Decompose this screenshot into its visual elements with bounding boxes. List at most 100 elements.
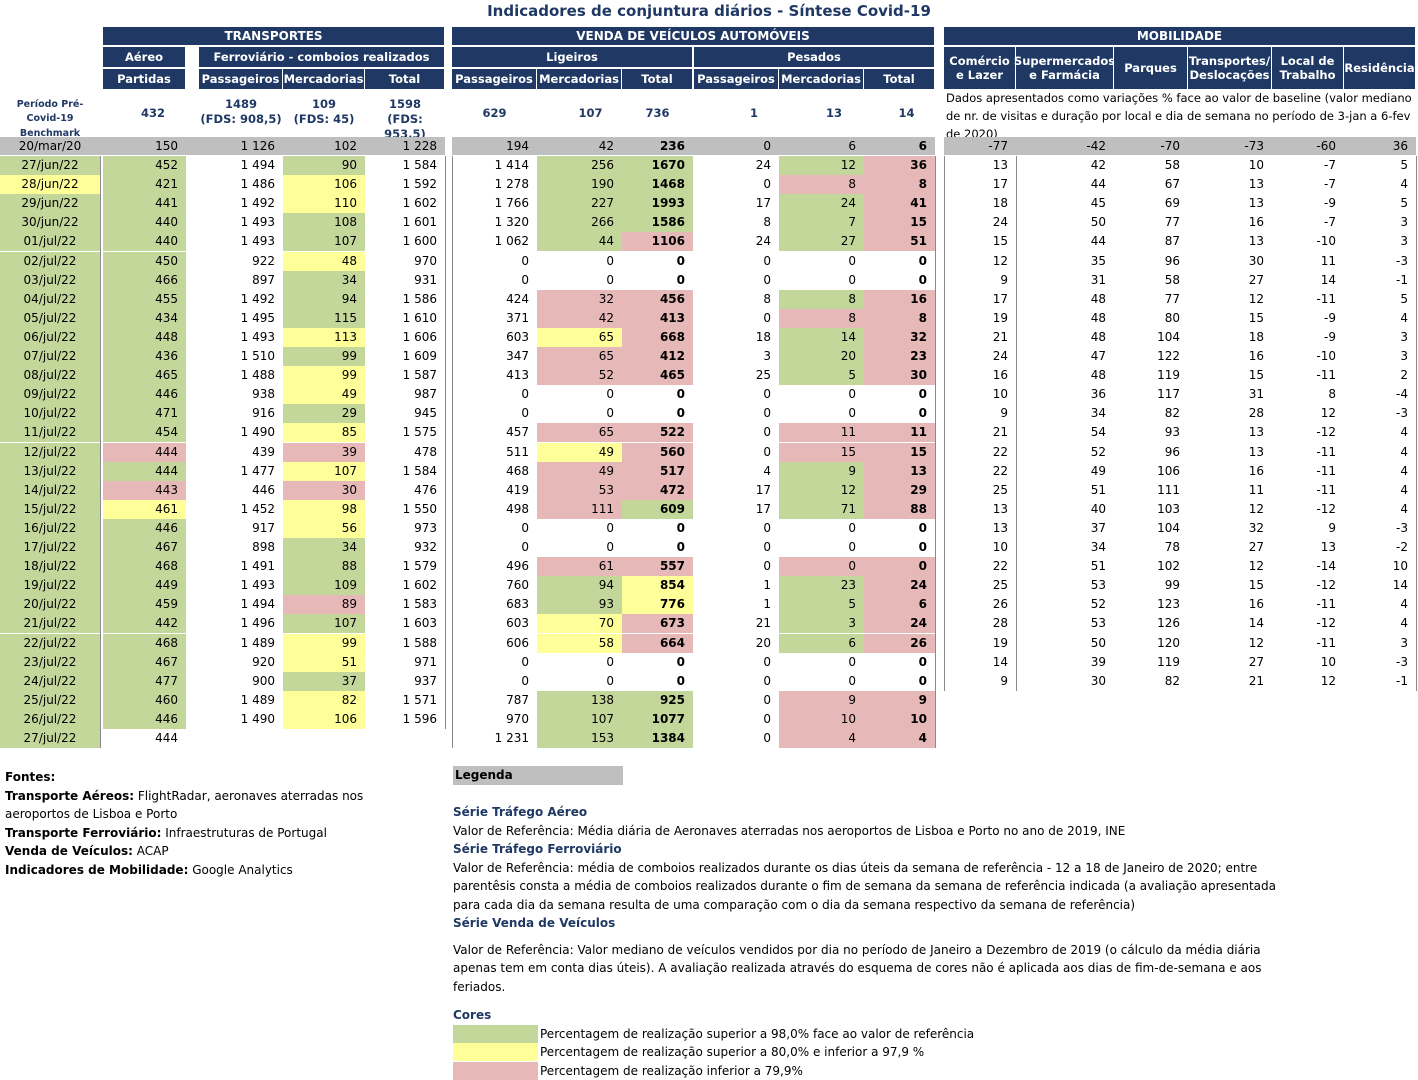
cell-lig-total: 0 xyxy=(622,653,693,672)
cell-fer-pass: 1 493 xyxy=(199,328,283,347)
sources-block: Fontes: Transporte Aéreos: FlightRadar, … xyxy=(5,768,365,879)
cell-pes-merc: 5 xyxy=(779,366,864,385)
cell-fer-pass: 446 xyxy=(199,481,283,500)
report-title: Indicadores de conjuntura diários - Sínt… xyxy=(0,2,1418,20)
cell-mob-transportes: 21 xyxy=(1188,672,1272,691)
cell-mob-residencia xyxy=(1344,691,1416,710)
cell-pes-merc: 10 xyxy=(779,710,864,729)
cell-lig-merc: 93 xyxy=(537,595,622,614)
cell-pes-pass: 1 xyxy=(694,576,779,595)
cell-mob-residencia: 10 xyxy=(1344,557,1416,576)
cell-aereo: 446 xyxy=(103,385,186,404)
cell-aereo: 446 xyxy=(103,710,186,729)
cell-fer-total: 1 584 xyxy=(365,156,445,175)
bench-fer-total: 1598 (FDS: 953,5) xyxy=(365,97,445,142)
cell-mob-trabalho: -9 xyxy=(1272,194,1344,213)
cell-date: 20/jul/22 xyxy=(0,595,100,614)
cell-mob-supermercados xyxy=(1016,691,1114,710)
cell-mob-transportes xyxy=(1188,691,1272,710)
cell-mob-trabalho: -11 xyxy=(1272,481,1344,500)
cell-aereo: 468 xyxy=(103,557,186,576)
cell-aereo: 467 xyxy=(103,653,186,672)
cell-fer-merc: 82 xyxy=(283,691,365,710)
cell-fer-pass: 922 xyxy=(199,252,283,271)
cell-pes-pass: 0 xyxy=(694,252,779,271)
cell-mob-comercio: 9 xyxy=(944,672,1016,691)
cell-mob-parques: 80 xyxy=(1114,309,1188,328)
cell-pes-total: 10 xyxy=(864,710,935,729)
cell-fer-pass: 1 488 xyxy=(199,366,283,385)
cell-mob-parques xyxy=(1114,710,1188,729)
cell-mob-comercio: 12 xyxy=(944,252,1016,271)
ref-cell-mob-residencia: 36 xyxy=(1344,137,1416,155)
legend-yellow-text: Percentagem de realização superior a 80,… xyxy=(540,1043,924,1062)
column-divider xyxy=(1416,156,1417,691)
cell-fer-total: 1 592 xyxy=(365,175,445,194)
cell-pes-total: 36 xyxy=(864,156,935,175)
cell-lig-total: 0 xyxy=(622,538,693,557)
bench-fer-mercadorias-fds: (FDS: 45) xyxy=(283,112,365,127)
cell-fer-merc: 107 xyxy=(283,232,365,251)
cell-mob-supermercados: 44 xyxy=(1016,232,1114,251)
cell-mob-supermercados: 31 xyxy=(1016,271,1114,290)
cell-fer-merc: 113 xyxy=(283,328,365,347)
cell-mob-transportes: 18 xyxy=(1188,328,1272,347)
cell-aereo: 440 xyxy=(103,232,186,251)
cell-fer-pass: 1 495 xyxy=(199,309,283,328)
cell-lig-pass: 413 xyxy=(452,366,537,385)
cell-fer-total: 1 550 xyxy=(365,500,445,519)
cell-fer-total: 1 584 xyxy=(365,462,445,481)
cell-mob-parques: 102 xyxy=(1114,557,1188,576)
cell-fer-total: 476 xyxy=(365,481,445,500)
cell-fer-merc: 34 xyxy=(283,538,365,557)
cell-pes-merc: 0 xyxy=(779,519,864,538)
cell-aereo: 477 xyxy=(103,672,186,691)
cell-lig-pass: 1 062 xyxy=(452,232,537,251)
cell-mob-transportes: 13 xyxy=(1188,232,1272,251)
cell-mob-comercio: 21 xyxy=(944,328,1016,347)
source-text: ACAP xyxy=(133,844,169,858)
ref-cell-mob-transportes: -73 xyxy=(1188,137,1272,155)
cell-mob-parques: 78 xyxy=(1114,538,1188,557)
cell-aereo: 446 xyxy=(103,519,186,538)
cell-mob-supermercados: 44 xyxy=(1016,175,1114,194)
cell-date: 12/jul/22 xyxy=(0,443,100,462)
cell-lig-pass: 0 xyxy=(452,672,537,691)
cell-fer-total: 1 602 xyxy=(365,194,445,213)
cell-fer-merc: 85 xyxy=(283,423,365,442)
cell-lig-merc: 70 xyxy=(537,614,622,633)
cell-aereo: 421 xyxy=(103,175,186,194)
cell-mob-trabalho: 13 xyxy=(1272,538,1344,557)
cell-lig-merc: 94 xyxy=(537,576,622,595)
cell-mob-comercio xyxy=(944,691,1016,710)
cell-pes-total: 0 xyxy=(864,519,935,538)
cell-date: 26/jul/22 xyxy=(0,710,100,729)
cell-pes-total: 23 xyxy=(864,347,935,366)
cell-lig-pass: 0 xyxy=(452,385,537,404)
cell-pes-pass: 0 xyxy=(694,653,779,672)
cell-aereo: 459 xyxy=(103,595,186,614)
cell-mob-trabalho: -9 xyxy=(1272,328,1344,347)
cell-fer-merc: 89 xyxy=(283,595,365,614)
cell-pes-merc: 71 xyxy=(779,500,864,519)
cell-mob-supermercados: 42 xyxy=(1016,156,1114,175)
cell-mob-residencia xyxy=(1344,710,1416,729)
cell-pes-merc: 0 xyxy=(779,385,864,404)
cell-fer-total: 1 571 xyxy=(365,691,445,710)
bench-lig-passageiros: 629 xyxy=(452,106,537,121)
cell-fer-pass: 1 494 xyxy=(199,156,283,175)
cell-lig-total: 0 xyxy=(622,385,693,404)
header-lig-total: Total xyxy=(622,69,693,89)
legend-ferroviario-heading: Série Tráfego Ferroviário xyxy=(453,840,1283,859)
cell-mob-supermercados: 34 xyxy=(1016,538,1114,557)
cell-fer-total: 1 587 xyxy=(365,366,445,385)
cell-fer-merc: 39 xyxy=(283,443,365,462)
cell-mob-residencia: 3 xyxy=(1344,347,1416,366)
cell-fer-total: 937 xyxy=(365,672,445,691)
header-supermercados: Supermercados e Farmácia xyxy=(1016,47,1114,89)
cell-mob-parques: 103 xyxy=(1114,500,1188,519)
cell-date: 18/jul/22 xyxy=(0,557,100,576)
cell-mob-parques: 106 xyxy=(1114,462,1188,481)
cell-date: 27/jul/22 xyxy=(0,729,100,748)
cell-lig-total: 0 xyxy=(622,672,693,691)
